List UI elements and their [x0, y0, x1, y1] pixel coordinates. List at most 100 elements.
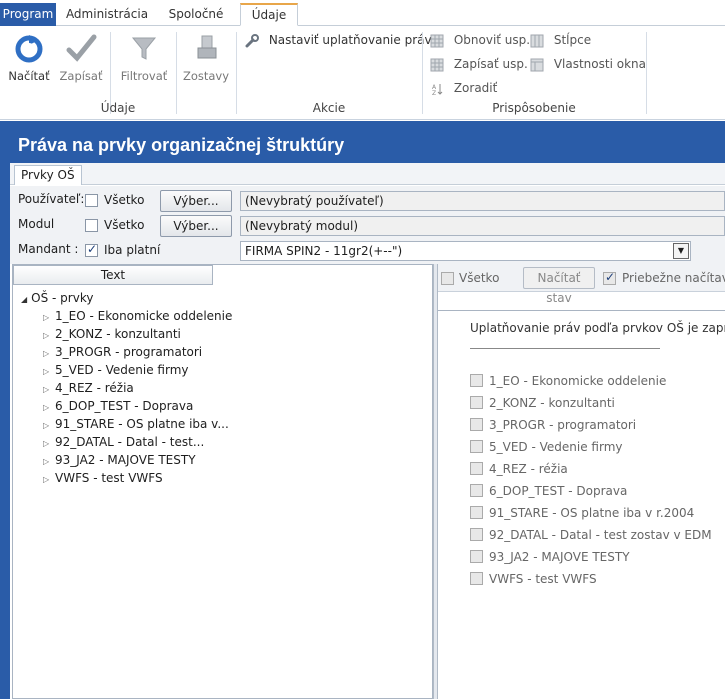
ribbon-separator	[646, 32, 647, 114]
tree-node-label: 3_PROGR - programatori	[55, 345, 203, 359]
checkmark-icon	[66, 34, 97, 62]
rights-item-checkbox[interactable]	[470, 484, 483, 497]
rights-item[interactable]: 2_KONZ - konzultanti	[470, 394, 615, 412]
tree-node[interactable]: ▷ 1_EO - Ekonomicke oddelenie	[43, 307, 232, 327]
priebezne-label: Priebežne načítavať s	[622, 271, 725, 285]
tab-program[interactable]: Program	[0, 3, 56, 26]
rights-item-checkbox[interactable]	[470, 572, 483, 585]
tree-node[interactable]: ▷ 3_PROGR - programatori	[43, 343, 202, 363]
nastavit-button[interactable]: Nastaviť uplatňovanie práv	[244, 31, 432, 49]
tab-prvky-os[interactable]: Prvky OŠ	[14, 165, 82, 185]
zapisat-label: Zapísať	[59, 69, 103, 83]
tree-node-label: VWFS - test VWFS	[55, 471, 163, 485]
tab-udaje[interactable]: Údaje	[240, 3, 298, 26]
tree-node[interactable]: ▷ 5_VED - Vedenie firmy	[43, 361, 189, 381]
rights-item-checkbox[interactable]	[470, 374, 483, 387]
modul-row: Modul Všetko Výber... (Nevybratý modul)	[10, 213, 725, 237]
mandant-select[interactable]: FIRMA SPIN2 - 11gr2(+--") ▼	[240, 241, 691, 261]
rights-item[interactable]: 4_REZ - réžia	[470, 460, 568, 478]
rights-item-label: 93_JA2 - MAJOVE TESTY	[489, 550, 630, 564]
tree-node-label: 91_STARE - OS platne iba v...	[55, 417, 229, 431]
rights-item-checkbox[interactable]	[470, 550, 483, 563]
filter-panel: Používateľ: Všetko Výber... (Nevybratý p…	[10, 186, 725, 264]
tree-root-label: OŠ - prvky	[31, 291, 94, 305]
group-udaje-label: Údaje	[100, 101, 136, 115]
modul-vyber-button[interactable]: Výber...	[160, 215, 232, 237]
tree-node-label: 5_VED - Vedenie firmy	[55, 363, 189, 377]
tree-root[interactable]: ◢ OŠ - prvky	[21, 289, 93, 309]
tree-node[interactable]: ▷ 6_DOP_TEST - Doprava	[43, 397, 193, 417]
rights-item-checkbox[interactable]	[470, 462, 483, 475]
refresh-icon	[15, 35, 43, 63]
tree-node-label: 92_DATAL - Datal - test...	[55, 435, 205, 449]
pouzivatel-vsetko-label: Všetko	[104, 193, 145, 207]
rights-item-checkbox[interactable]	[470, 418, 483, 431]
zoradit-button[interactable]: AZ Zoradiť	[430, 79, 497, 97]
iba-platni-checkbox[interactable]	[85, 242, 98, 257]
expand-icon[interactable]: ▷	[43, 471, 55, 489]
zapisat-usp-label: Zapísať usp.	[453, 57, 528, 71]
tab-administracia[interactable]: Administrácia	[62, 4, 152, 26]
rights-toolbar: Všetko Načítať stav Priebežne načítavať …	[438, 264, 725, 305]
tree-node-label: 6_DOP_TEST - Doprava	[55, 399, 194, 413]
pouzivatel-vsetko-checkbox[interactable]	[85, 194, 98, 207]
group-akcie-label: Akcie	[312, 101, 346, 115]
stlpce-button[interactable]: Stĺpce	[530, 31, 591, 49]
column-header-text[interactable]: Text	[13, 265, 213, 285]
rights-item-label: 5_VED - Vedenie firmy	[489, 440, 623, 454]
rights-item[interactable]: 6_DOP_TEST - Doprava	[470, 482, 627, 500]
zoradit-label: Zoradiť	[453, 81, 498, 95]
rights-item-checkbox[interactable]	[470, 440, 483, 453]
grid-icon	[430, 34, 444, 47]
window-left-border	[0, 121, 10, 699]
zostavy-button[interactable]: Zostavy	[182, 32, 230, 83]
rights-item[interactable]: 93_JA2 - MAJOVE TESTY	[470, 548, 630, 566]
filtrovat-button[interactable]: Filtrovať	[118, 32, 170, 83]
rights-vsetko-checkbox[interactable]	[441, 272, 454, 285]
rights-item-checkbox[interactable]	[470, 396, 483, 409]
group-prisposobenie-label: Prispôsobenie	[492, 101, 576, 115]
modul-vsetko-checkbox[interactable]	[85, 219, 98, 232]
nacitat-label: Načítať	[8, 69, 50, 83]
tree-panel: Text ◢ OŠ - prvky ▷ 1_EO - Ekonomicke odde…	[12, 264, 433, 699]
zapisat-button[interactable]: Zapísať	[58, 32, 104, 83]
rights-item[interactable]: 1_EO - Ekonomicke oddelenie	[470, 372, 666, 390]
vlastnosti-okna-button[interactable]: Vlastnosti okna	[530, 55, 646, 73]
rights-item-checkbox[interactable]	[470, 506, 483, 519]
modul-field[interactable]: (Nevybratý modul)	[240, 216, 725, 236]
obnovit-usp-label: Obnoviť usp.	[453, 33, 531, 47]
rights-item[interactable]: 92_DATAL - Datal - test zostav v EDM	[470, 526, 712, 544]
pouzivatel-vyber-button[interactable]: Výber...	[160, 190, 232, 212]
rights-item[interactable]: 3_PROGR - programatori	[470, 416, 636, 434]
stlpce-label: Stĺpce	[553, 33, 592, 47]
rights-item-label: 1_EO - Ekonomicke oddelenie	[489, 374, 667, 388]
grid-save-icon	[430, 58, 444, 71]
tree-node[interactable]: ▷ 93_JA2 - MAJOVE TESTY	[43, 451, 196, 471]
rights-item-checkbox[interactable]	[470, 528, 483, 541]
nacitat-stav-button[interactable]: Načítať stav	[523, 267, 595, 305]
tree-node[interactable]: ▷ VWFS - test VWFS	[43, 469, 163, 489]
tree-node[interactable]: ▷ 91_STARE - OS platne iba v...	[43, 415, 229, 435]
collapse-icon[interactable]: ◢	[21, 295, 27, 304]
subtab-bar: Prvky OŠ	[10, 163, 725, 185]
rights-vsetko-label: Všetko	[459, 271, 500, 285]
zapisat-usp-button[interactable]: Zapísať usp.	[430, 55, 528, 73]
pouzivatel-row: Používateľ: Všetko Výber... (Nevybratý p…	[10, 188, 725, 212]
columns-icon	[530, 34, 544, 47]
rights-item-label: 3_PROGR - programatori	[489, 418, 637, 432]
rights-item[interactable]: VWFS - test VWFS	[470, 570, 597, 588]
nacitat-button[interactable]: Načítať	[6, 32, 52, 83]
tree-node[interactable]: ▷ 4_REZ - réžia	[43, 379, 134, 399]
rights-item[interactable]: 91_STARE - OS platne iba v r.2004	[470, 504, 694, 522]
rights-item-label: 6_DOP_TEST - Doprava	[489, 484, 628, 498]
sort-icon: AZ	[432, 83, 443, 96]
ribbon: Načítať Zapísať Filtrovať Zostavy Údaje …	[0, 26, 725, 120]
tab-spolocne[interactable]: Spoločné	[158, 4, 234, 26]
tree-node[interactable]: ▷ 92_DATAL - Datal - test...	[43, 433, 204, 453]
pouzivatel-field[interactable]: (Nevybratý používateľ)	[240, 191, 725, 211]
chevron-down-icon[interactable]: ▼	[673, 243, 689, 259]
obnovit-usp-button[interactable]: Obnoviť usp.	[430, 31, 530, 49]
tree-node[interactable]: ▷ 2_KONZ - konzultanti	[43, 325, 181, 345]
rights-item[interactable]: 5_VED - Vedenie firmy	[470, 438, 623, 456]
priebezne-checkbox[interactable]	[603, 270, 616, 285]
